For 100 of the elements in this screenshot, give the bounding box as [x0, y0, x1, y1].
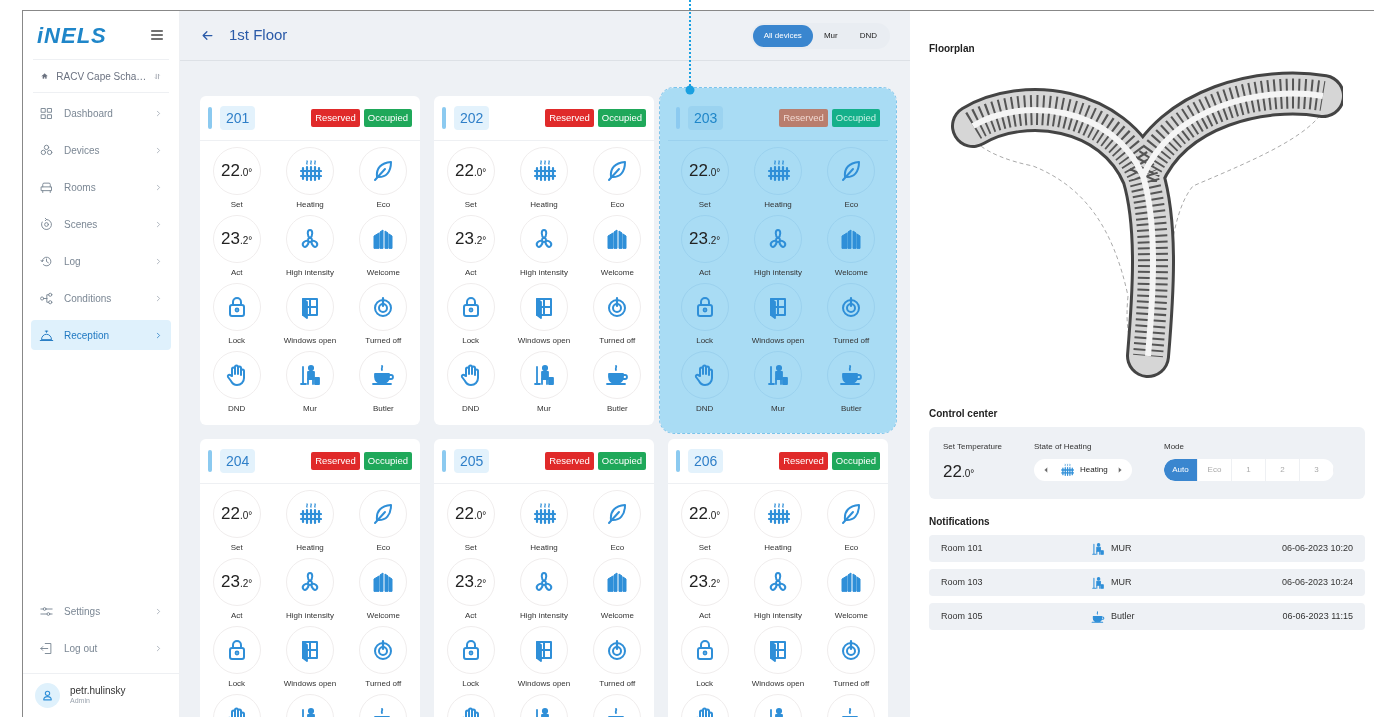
armchair-icon: [39, 179, 54, 195]
tile-label: High intensity: [753, 610, 802, 622]
occupied-badge: Occupied: [363, 452, 412, 470]
cup-icon: [371, 363, 396, 387]
tile-label: Set: [698, 199, 711, 211]
occupied-badge: Occupied: [597, 452, 646, 470]
occupied-badge: Occupied: [831, 452, 880, 470]
chevron-icon: [154, 182, 163, 192]
filter-tab[interactable]: Mur: [812, 24, 849, 47]
page-title: 1st Floor: [229, 25, 288, 46]
notification-row[interactable]: Room 103 MUR 06-06-2023 10:24: [929, 569, 1365, 596]
right-arrow-icon: [1116, 466, 1124, 474]
tile-label: High intensity: [753, 267, 802, 279]
tile-label: Eco: [376, 542, 391, 554]
filter-tab[interactable]: DND: [848, 24, 888, 47]
tile-label: DND: [228, 403, 246, 415]
temperature-tile[interactable]: 23.2°: [446, 215, 495, 263]
tile-label: Set: [698, 542, 711, 554]
chevron-icon: [154, 293, 163, 303]
room-card[interactable]: 201 Reserved Occupied 22.0° Set Heating Eco 23.2° Act High intensity Welcome Lock Windows open Turned off DND Mur Butler: [200, 96, 420, 425]
tile-label: Heating: [764, 199, 792, 211]
section-title: Control center: [929, 407, 999, 421]
tile-label: Windows open: [751, 678, 805, 690]
tile-label: Turned off: [599, 678, 636, 690]
radiator-icon: [532, 502, 556, 526]
temperature-tile[interactable]: 22.0°: [446, 147, 495, 195]
nav-item[interactable]: Log: [31, 246, 171, 276]
tile-label: Heating: [764, 542, 792, 554]
chevron-icon: [154, 256, 163, 266]
notification-row[interactable]: Room 101 MUR 06-06-2023 10:20: [929, 535, 1365, 562]
menu-button[interactable]: [149, 27, 165, 43]
tile-label: Eco: [376, 199, 391, 211]
room-card[interactable]: 206 Reserved Occupied 22.0° Set Heating Eco 23.2° Act High intensity Welcome Lock Windows open Turned off: [668, 439, 888, 717]
temperature-tile[interactable]: 22.0°: [446, 490, 495, 538]
section-title: Notifications: [929, 515, 991, 529]
tile-label: Act: [464, 610, 477, 622]
tile-label: Eco: [610, 542, 625, 554]
chevron-icon: [154, 108, 163, 118]
room-number: 203: [688, 106, 724, 130]
tile-label: Welcome: [600, 267, 634, 279]
notification-type: Butler: [1111, 609, 1135, 623]
room-card[interactable]: 202 Reserved Occupied 22.0° Set Heating Eco 23.2° Act High intensity Welcome Lock Windows open Turned off DND Mur Butler: [434, 96, 654, 425]
tile-label: Eco: [610, 199, 625, 211]
tile-label: Lock: [462, 678, 480, 690]
tile-label: Eco: [844, 199, 859, 211]
tile-label: Lock: [696, 678, 714, 690]
filter-tab[interactable]: All devices: [752, 24, 813, 47]
bell-icon: [39, 327, 54, 343]
temperature-tile[interactable]: 22.0°: [680, 490, 729, 538]
left-arrow-icon: [1042, 466, 1050, 474]
tile-label: Set: [230, 199, 243, 211]
doors-icon: [839, 570, 864, 594]
temperature-tile[interactable]: 23.2°: [446, 558, 495, 606]
mode-option[interactable]: Auto: [1164, 459, 1198, 481]
room-card[interactable]: 204 Reserved Occupied 22.0° Set Heating Eco 23.2° Act High intensity Welcome Lock Windows open Turned off: [200, 439, 420, 717]
room-card[interactable]: 205 Reserved Occupied 22.0° Set Heating Eco 23.2° Act High intensity Welcome Lock Windows open Turned off: [434, 439, 654, 717]
tile-label: DND: [696, 403, 714, 415]
nav-item[interactable]: Devices: [31, 135, 171, 165]
nav-item[interactable]: Reception: [31, 320, 171, 350]
nav-item[interactable]: Rooms: [31, 172, 171, 202]
radiator-icon: [298, 159, 322, 183]
field-label: Mode: [1164, 441, 1185, 453]
tile-label: Act: [230, 610, 243, 622]
tile-label: High intensity: [285, 267, 334, 279]
dashboard-icon: [39, 105, 54, 121]
site-selector[interactable]: RACV Cape Scha…: [33, 59, 169, 93]
tile-label: Turned off: [365, 335, 402, 347]
tile-label: Windows open: [283, 335, 337, 347]
back-button[interactable]: [200, 28, 215, 43]
nav-item[interactable]: Conditions: [31, 283, 171, 313]
tile-label: Heating: [530, 542, 558, 554]
temperature-tile[interactable]: 22.0°: [212, 147, 261, 195]
notification-row[interactable]: Room 105 Butler 06-06-2023 11:15: [929, 603, 1365, 630]
nav-item[interactable]: Settings: [31, 596, 171, 626]
radiator-icon: [766, 159, 790, 183]
temperature-tile[interactable]: 23.2°: [212, 215, 261, 263]
tile-label: Turned off: [365, 678, 402, 690]
field-label: State of Heating: [1034, 441, 1093, 453]
notification-time: 06-06-2023 11:15: [1282, 609, 1353, 623]
room-number: 204: [220, 449, 256, 473]
temperature-tile[interactable]: 23.2°: [212, 558, 261, 606]
room-name: Room 103: [941, 575, 984, 589]
scenes-icon: [39, 216, 54, 232]
tile-label: Lock: [462, 335, 480, 347]
chevron-icon: [154, 643, 163, 653]
tile-label: High intensity: [285, 610, 334, 622]
nav-item[interactable]: Scenes: [31, 209, 171, 239]
nav-item[interactable]: Dashboard: [31, 98, 171, 128]
tile-label: Set: [464, 199, 477, 211]
tile-label: Lock: [696, 335, 714, 347]
radiator-icon: [1060, 463, 1074, 477]
heating-selector[interactable]: Heating: [1034, 459, 1132, 481]
temperature-tile[interactable]: 22.0°: [212, 490, 261, 538]
temperature-tile[interactable]: 23.2°: [680, 558, 729, 606]
menu-icon: [149, 27, 165, 43]
home-icon: [41, 70, 49, 82]
nav-item[interactable]: Log out: [31, 633, 171, 663]
tile-label: Butler: [840, 403, 862, 415]
tile-label: Set: [230, 542, 243, 554]
reserved-badge: Reserved: [311, 109, 360, 127]
